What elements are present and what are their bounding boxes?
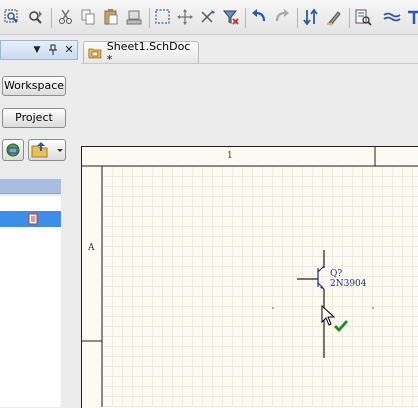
component-designator: Q?	[330, 269, 343, 279]
checkmark-icon	[334, 320, 349, 333]
component-part-number: 2N3904	[330, 279, 367, 289]
transistor-symbol[interactable]	[0, 0, 418, 407]
